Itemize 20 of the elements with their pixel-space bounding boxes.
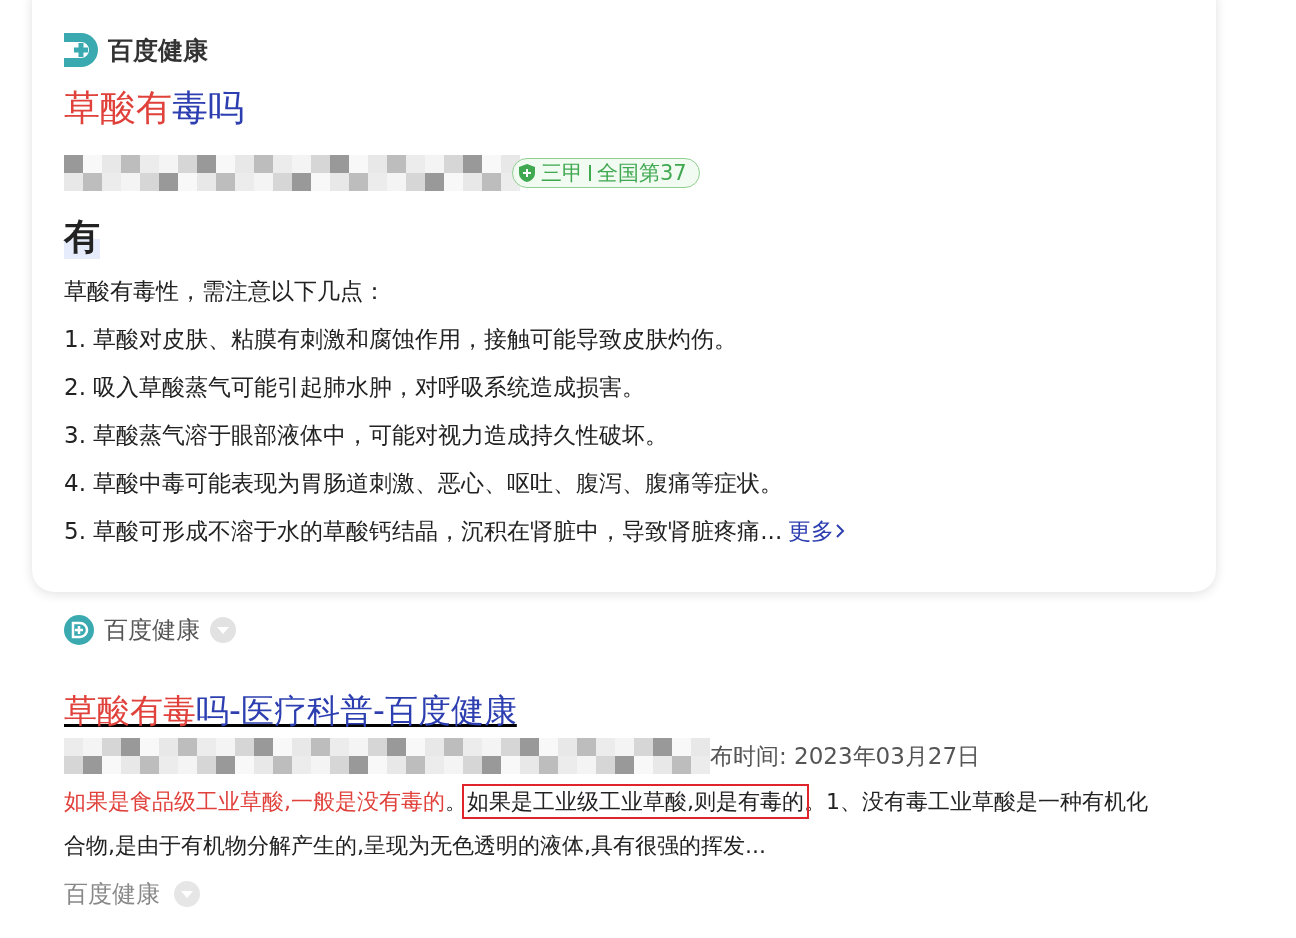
brand-name: 百度健康	[108, 34, 208, 67]
publish-date: 布时间: 2023年03月27日	[710, 741, 981, 771]
caret-icon[interactable]	[210, 617, 236, 643]
source-name: 百度健康	[64, 879, 160, 910]
list-item: 2. 吸入草酸蒸气可能引起肺水肿，对呼吸系统造成损害。	[64, 373, 647, 402]
list-item: 3. 草酸蒸气溶于眼部液体中，可能对视力造成持久性破坏。	[64, 421, 670, 450]
list-item: 4. 草酸中毒可能表现为胃肠道刺激、恶心、呕吐、腹泻、腹痛等症状。	[64, 469, 785, 498]
logo-icon	[64, 615, 94, 645]
badge-grade: 三甲	[541, 160, 583, 187]
list-item: 5. 草酸可形成不溶于水的草酸钙结晶，沉积在肾脏中，导致肾脏疼痛...	[64, 517, 783, 546]
result-title-link[interactable]: 草酸有毒吗-医疗科普-百度健康	[64, 686, 517, 736]
shield-icon	[519, 164, 535, 182]
intro-text: 草酸有毒性，需注意以下几点：	[64, 277, 387, 306]
logo-icon	[64, 33, 98, 67]
more-link[interactable]: 更多	[788, 507, 847, 555]
answer-title: 草酸有毒吗	[64, 86, 245, 130]
badge-rank: 全国第37	[597, 160, 687, 187]
caret-icon[interactable]	[174, 881, 200, 907]
list-item: 1. 草酸对皮肤、粘膜有刺激和腐蚀作用，接触可能导致皮肤灼伤。	[64, 325, 739, 354]
source-name: 百度健康	[104, 615, 200, 646]
